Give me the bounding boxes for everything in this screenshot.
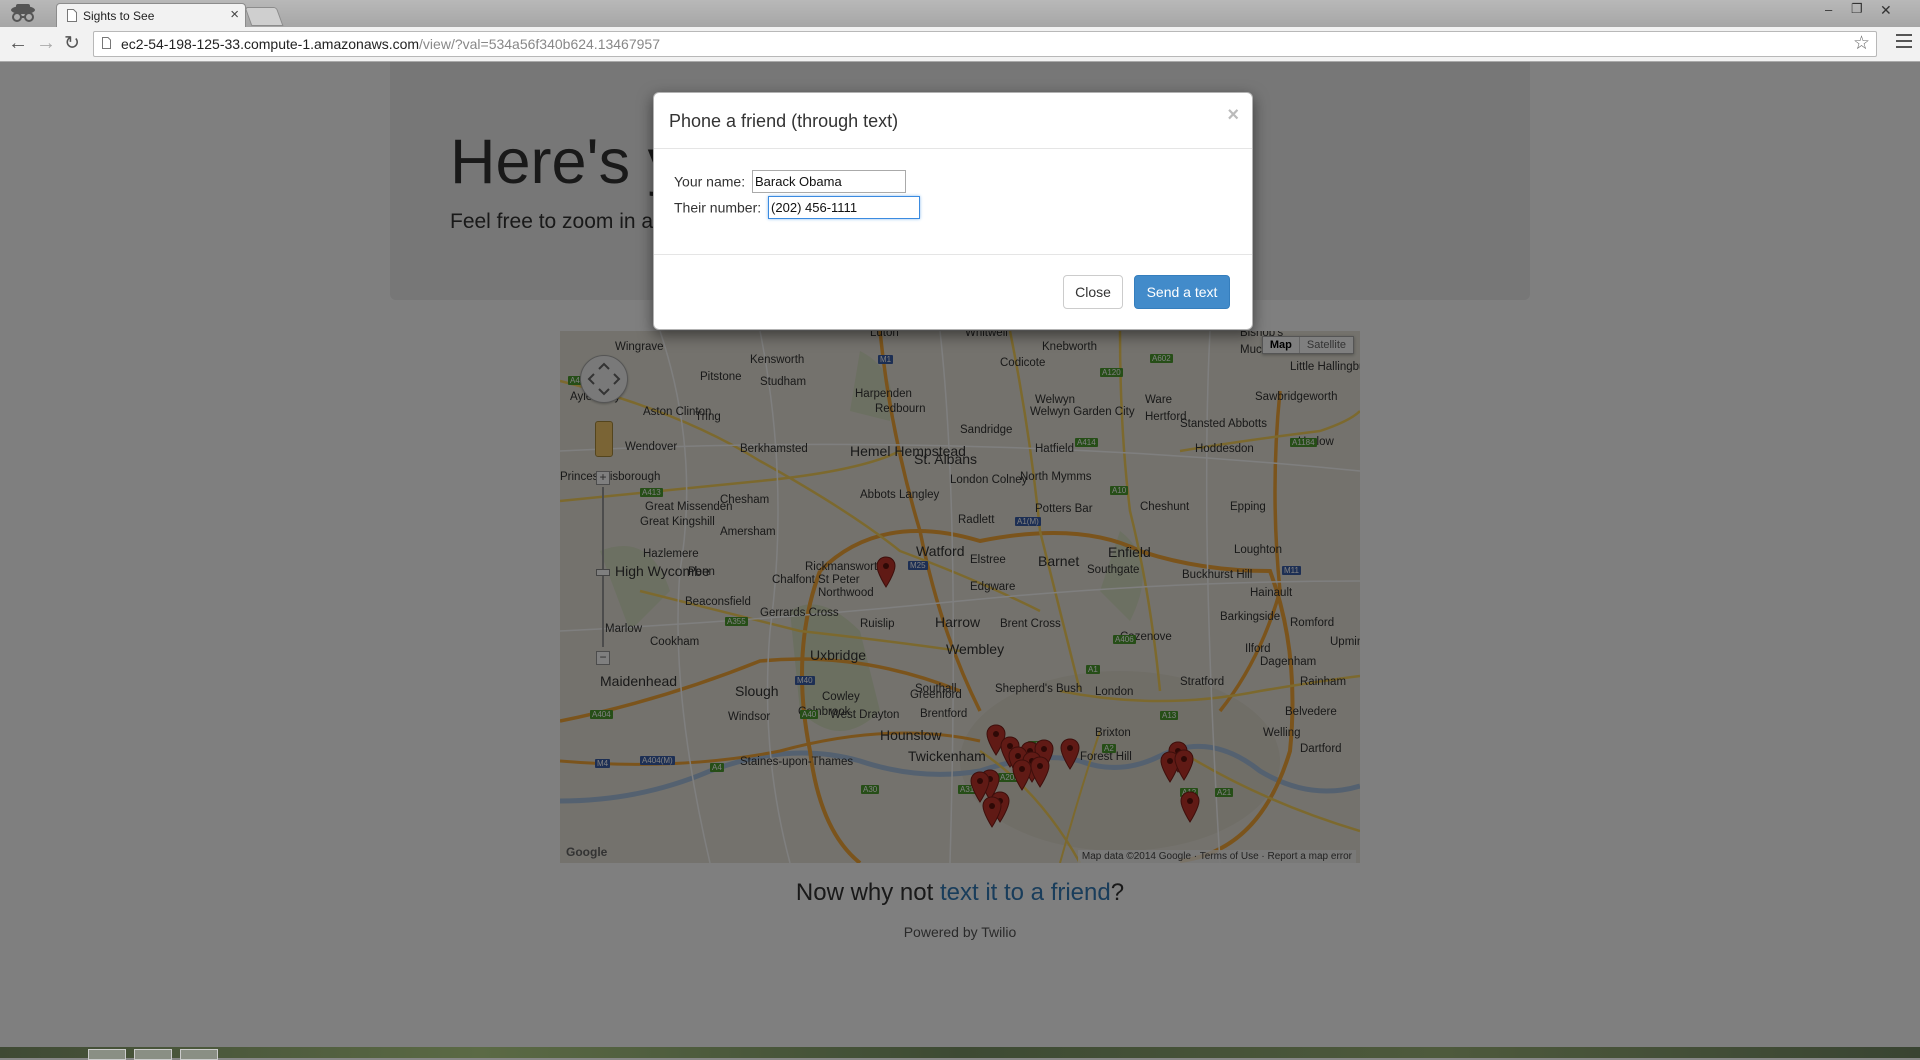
tab-close-icon[interactable]: × — [230, 6, 239, 23]
menu-icon[interactable] — [1896, 34, 1912, 52]
browser-toolbar: ← → ↻ ec2-54-198-125-33.compute-1.amazon… — [0, 27, 1920, 62]
send-text-button[interactable]: Send a text — [1134, 275, 1230, 309]
name-input[interactable] — [751, 170, 906, 193]
minimize-icon[interactable]: – — [1825, 2, 1832, 17]
back-arrow-icon[interactable]: ← — [8, 32, 28, 55]
number-row: Their number: — [674, 196, 921, 219]
tab-sights-to-see[interactable]: Sights to See × — [56, 3, 246, 28]
close-window-icon[interactable]: ✕ — [1880, 2, 1892, 19]
forward-arrow-icon[interactable]: → — [36, 32, 56, 55]
page-icon — [102, 37, 111, 49]
new-tab-button[interactable] — [244, 7, 284, 26]
close-icon[interactable]: × — [1227, 104, 1239, 127]
close-button[interactable]: Close — [1063, 275, 1123, 309]
name-label: Your name: — [674, 173, 746, 190]
address-bar[interactable]: ec2-54-198-125-33.compute-1.amazonaws.co… — [93, 31, 1877, 57]
taskbar-button[interactable] — [180, 1049, 218, 1060]
modal-body: Your name: Their number: — [654, 149, 1252, 255]
name-row: Your name: — [674, 170, 906, 193]
phone-number-input[interactable] — [768, 196, 921, 219]
taskbar — [0, 1047, 1920, 1060]
taskbar-button[interactable] — [88, 1049, 126, 1060]
bookmark-star-icon[interactable]: ☆ — [1853, 32, 1870, 55]
restore-icon[interactable]: ❐ — [1851, 1, 1863, 17]
taskbar-button[interactable] — [134, 1049, 172, 1060]
browser-titlebar: Sights to See × – ❐ ✕ — [0, 0, 1920, 28]
incognito-icon — [11, 4, 35, 22]
url-text: ec2-54-198-125-33.compute-1.amazonaws.co… — [121, 36, 660, 52]
phone-friend-modal: Phone a friend (through text) × Your nam… — [653, 92, 1253, 330]
number-label: Their number: — [674, 199, 762, 216]
tab-title: Sights to See — [83, 9, 155, 23]
url-path: /view/?val=534a56f340b624.13467957 — [419, 36, 660, 52]
modal-title: Phone a friend (through text) — [669, 111, 899, 131]
modal-header: Phone a friend (through text) × — [654, 93, 1252, 149]
reload-icon[interactable]: ↻ — [64, 32, 80, 55]
page-icon — [67, 9, 77, 22]
